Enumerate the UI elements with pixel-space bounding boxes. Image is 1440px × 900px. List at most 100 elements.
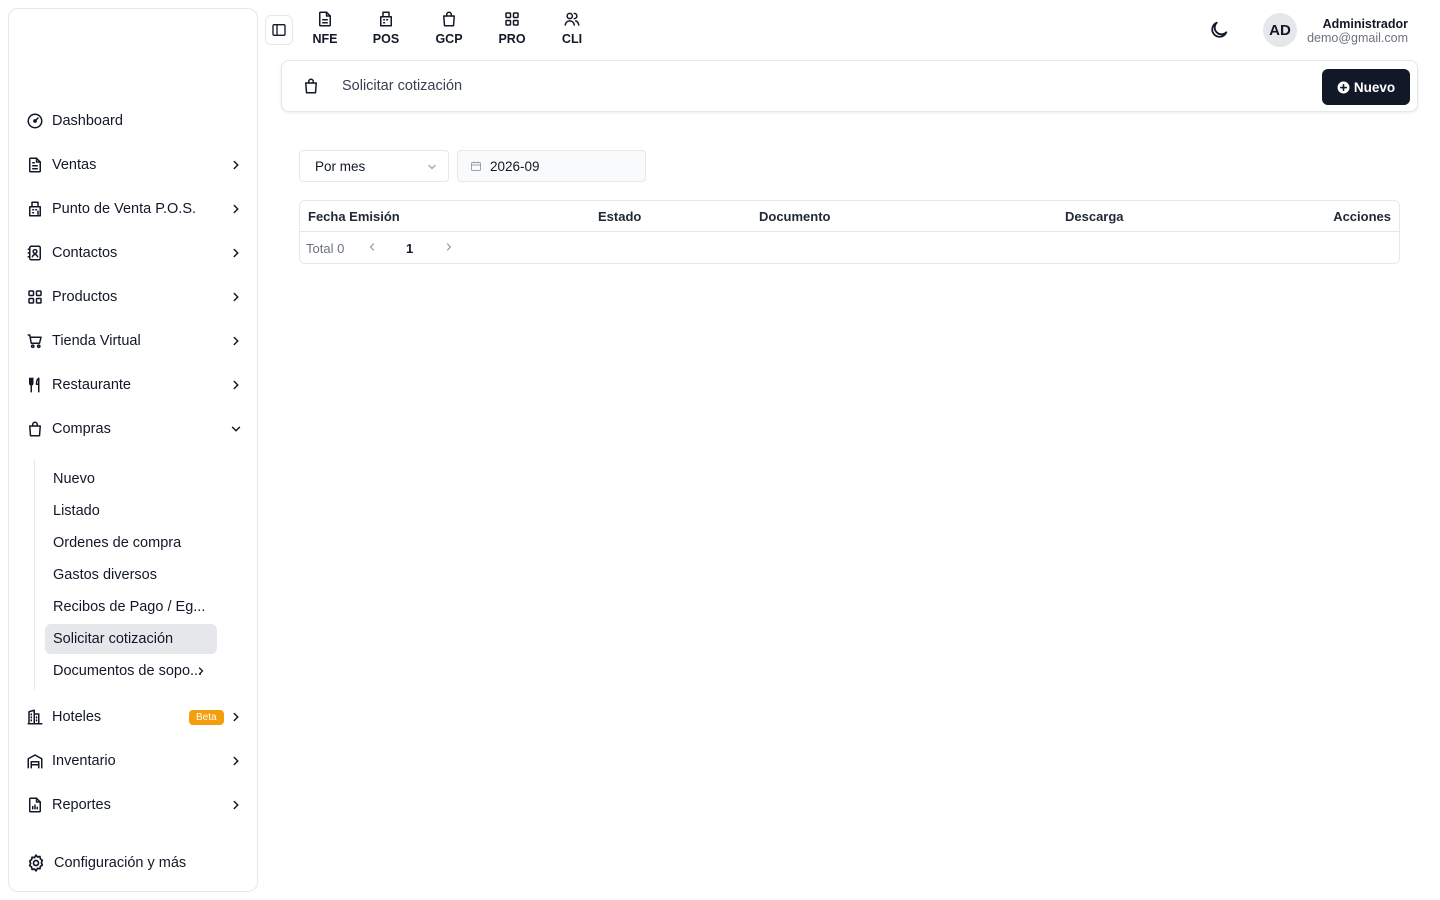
plus-circle-icon bbox=[1337, 81, 1350, 94]
sidebar-item-contactos[interactable]: Contactos bbox=[9, 233, 257, 273]
grid-icon bbox=[503, 10, 521, 28]
chevron-right-icon bbox=[229, 202, 243, 216]
page-title: Solicitar cotización bbox=[342, 78, 463, 94]
panel-left-icon bbox=[271, 22, 287, 38]
user-email: demo@gmail.com bbox=[1307, 31, 1408, 45]
shopping-bag-icon bbox=[440, 10, 458, 28]
sidebar-item-label: Hoteles bbox=[52, 709, 102, 725]
sidebar-item-label: Configuración y más bbox=[54, 855, 187, 871]
pagination: Total 0 1 bbox=[300, 232, 1399, 264]
submenu-item-ordenes-compra[interactable]: Ordenes de compra bbox=[45, 528, 217, 558]
topnav-label: NFE bbox=[312, 32, 338, 46]
chevron-right-icon bbox=[229, 378, 243, 392]
report-icon bbox=[26, 796, 44, 814]
compras-submenu: Nuevo Listado Ordenes de compra Gastos d… bbox=[34, 460, 234, 690]
pos-register-icon bbox=[26, 200, 44, 218]
document-icon bbox=[316, 10, 334, 28]
sidebar: Dashboard Ventas Punto de Venta P.O.S. C… bbox=[8, 8, 258, 892]
chevron-right-icon bbox=[229, 290, 243, 304]
dark-mode-toggle[interactable] bbox=[1208, 19, 1230, 41]
user-name: Administrador bbox=[1322, 17, 1408, 31]
topnav-gcp[interactable]: GCP bbox=[424, 10, 474, 50]
shopping-bag-icon bbox=[302, 77, 320, 95]
sidebar-item-label: Tienda Virtual bbox=[52, 333, 141, 349]
chevron-down-icon bbox=[426, 161, 438, 173]
chevron-right-icon bbox=[195, 665, 207, 677]
column-header-estado[interactable]: Estado bbox=[598, 209, 641, 224]
sidebar-item-restaurante[interactable]: Restaurante bbox=[9, 365, 257, 405]
submenu-item-recibos-pago[interactable]: Recibos de Pago / Eg... bbox=[45, 592, 217, 622]
chevron-right-icon bbox=[229, 246, 243, 260]
topnav-label: CLI bbox=[561, 32, 583, 46]
column-header-acciones[interactable]: Acciones bbox=[1333, 209, 1391, 224]
moon-icon bbox=[1208, 19, 1230, 41]
month-date-value: 2026-09 bbox=[490, 158, 540, 174]
sidebar-item-compras[interactable]: Compras bbox=[9, 409, 257, 449]
users-icon bbox=[563, 10, 581, 28]
chevron-right-icon bbox=[229, 754, 243, 768]
page-header: Solicitar cotización Nuevo bbox=[281, 60, 1418, 112]
sidebar-item-configuracion[interactable]: Configuración y más bbox=[9, 843, 257, 883]
month-date-input[interactable]: 2026-09 bbox=[457, 150, 646, 182]
chevron-right-icon bbox=[229, 798, 243, 812]
chevron-down-icon bbox=[229, 422, 243, 436]
submenu-item-label: Documentos de sopo... bbox=[53, 663, 203, 679]
topnav-label: PRO bbox=[498, 32, 526, 46]
gear-icon bbox=[26, 853, 46, 873]
topnav-pro[interactable]: PRO bbox=[487, 10, 537, 50]
sidebar-item-label: Contactos bbox=[52, 245, 118, 261]
sidebar-item-productos[interactable]: Productos bbox=[9, 277, 257, 317]
gauge-icon bbox=[26, 112, 44, 130]
submenu-item-solicitar-cotizacion[interactable]: Solicitar cotización bbox=[45, 624, 217, 654]
sidebar-item-label: Punto de Venta P.O.S. bbox=[52, 201, 197, 217]
sidebar-item-inventario[interactable]: Inventario bbox=[9, 741, 257, 781]
sidebar-item-label: Reportes bbox=[52, 797, 111, 813]
pos-register-icon bbox=[377, 10, 395, 28]
building-icon bbox=[26, 708, 44, 726]
new-button-label: Nuevo bbox=[1353, 79, 1396, 95]
total-count: Total 0 bbox=[306, 241, 345, 256]
column-header-descarga[interactable]: Descarga bbox=[1065, 209, 1124, 224]
sidebar-item-ventas[interactable]: Ventas bbox=[9, 145, 257, 185]
sidebar-toggle-button[interactable] bbox=[265, 15, 293, 45]
sidebar-item-pos[interactable]: Punto de Venta P.O.S. bbox=[9, 189, 257, 229]
contact-book-icon bbox=[26, 244, 44, 262]
beta-badge: Beta bbox=[189, 710, 224, 725]
sidebar-item-hoteles[interactable]: Hoteles Beta bbox=[9, 697, 257, 737]
period-select[interactable]: Por mes bbox=[299, 150, 449, 182]
sidebar-item-label: Dashboard bbox=[52, 113, 123, 129]
utensils-icon bbox=[26, 376, 44, 394]
page-number[interactable]: 1 bbox=[406, 241, 413, 256]
topnav-label: GCP bbox=[435, 32, 463, 46]
document-icon bbox=[26, 156, 44, 174]
table-header: Fecha Emisión Estado Documento Descarga … bbox=[300, 201, 1399, 232]
period-select-value: Por mes bbox=[315, 158, 366, 174]
sidebar-item-reportes[interactable]: Reportes bbox=[9, 785, 257, 825]
shopping-bag-icon bbox=[26, 420, 44, 438]
submenu-item-nuevo[interactable]: Nuevo bbox=[45, 464, 217, 494]
sidebar-item-label: Ventas bbox=[52, 157, 97, 173]
column-header-documento[interactable]: Documento bbox=[759, 209, 831, 224]
cart-icon bbox=[26, 332, 44, 350]
column-header-fecha-emision[interactable]: Fecha Emisión bbox=[308, 209, 400, 224]
quotations-table: Fecha Emisión Estado Documento Descarga … bbox=[299, 200, 1400, 264]
chevron-right-icon[interactable] bbox=[443, 241, 455, 253]
avatar[interactable]: AD bbox=[1263, 13, 1297, 47]
topnav-pos[interactable]: POS bbox=[361, 10, 411, 50]
new-button[interactable]: Nuevo bbox=[1322, 69, 1410, 105]
submenu-item-listado[interactable]: Listado bbox=[45, 496, 217, 526]
topnav-label: POS bbox=[372, 32, 400, 46]
chevron-right-icon bbox=[229, 710, 243, 724]
sidebar-item-label: Inventario bbox=[52, 753, 116, 769]
sidebar-item-label: Productos bbox=[52, 289, 118, 305]
submenu-item-documentos-soporte[interactable]: Documentos de sopo... bbox=[45, 656, 217, 686]
topnav-cli[interactable]: CLI bbox=[547, 10, 597, 50]
sidebar-item-label: Compras bbox=[52, 421, 111, 437]
chevron-right-icon bbox=[229, 158, 243, 172]
topnav-nfe[interactable]: NFE bbox=[300, 10, 350, 50]
calendar-icon bbox=[470, 160, 482, 172]
chevron-left-icon[interactable] bbox=[366, 241, 378, 253]
sidebar-item-dashboard[interactable]: Dashboard bbox=[9, 101, 257, 141]
submenu-item-gastos-diversos[interactable]: Gastos diversos bbox=[45, 560, 217, 590]
sidebar-item-tienda-virtual[interactable]: Tienda Virtual bbox=[9, 321, 257, 361]
